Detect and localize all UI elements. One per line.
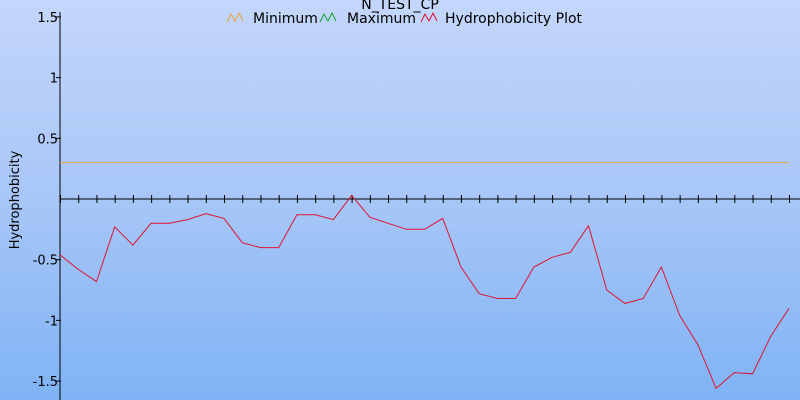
legend-swatch-maximum bbox=[319, 11, 337, 23]
y-tick-label: 0.5 bbox=[37, 132, 58, 147]
legend-item-maximum: Maximum bbox=[319, 11, 416, 27]
legend: Minimum Maximum Hydrophobicity Plot bbox=[226, 11, 583, 27]
y-axis-label: Hydrophobicity bbox=[8, 150, 23, 249]
legend-label-minimum: Minimum bbox=[253, 11, 318, 27]
chart-window: -1.5 -1 -0.5 0.5 1 1.5 N_TEST_CP Hydrophobici… bbox=[0, 0, 800, 400]
legend-label-maximum: Maximum bbox=[347, 11, 416, 27]
legend-label-hydrophobicity: Hydrophobicity Plot bbox=[445, 11, 583, 27]
y-tick-label: -0.5 bbox=[33, 254, 58, 269]
y-tick-label: 1.5 bbox=[37, 11, 58, 26]
legend-swatch-hydrophobicity bbox=[420, 11, 438, 23]
series-line-hydrophobicity bbox=[59, 194, 790, 390]
y-tick-label: 1 bbox=[50, 72, 58, 87]
y-tick-label: -1 bbox=[45, 314, 58, 329]
legend-item-hydrophobicity: Hydrophobicity Plot bbox=[420, 11, 583, 27]
hydrophobicity-chart: -1.5-1-0.50.511.5 N_TEST_CP Hydrophobici… bbox=[8, 0, 800, 400]
legend-swatch-minimum bbox=[226, 11, 244, 23]
legend-item-minimum: Minimum bbox=[226, 11, 318, 27]
axes: -1.5 -1 -0.5 0.5 1 1.5 bbox=[33, 11, 800, 400]
y-tick-label: -1.5 bbox=[33, 375, 58, 390]
